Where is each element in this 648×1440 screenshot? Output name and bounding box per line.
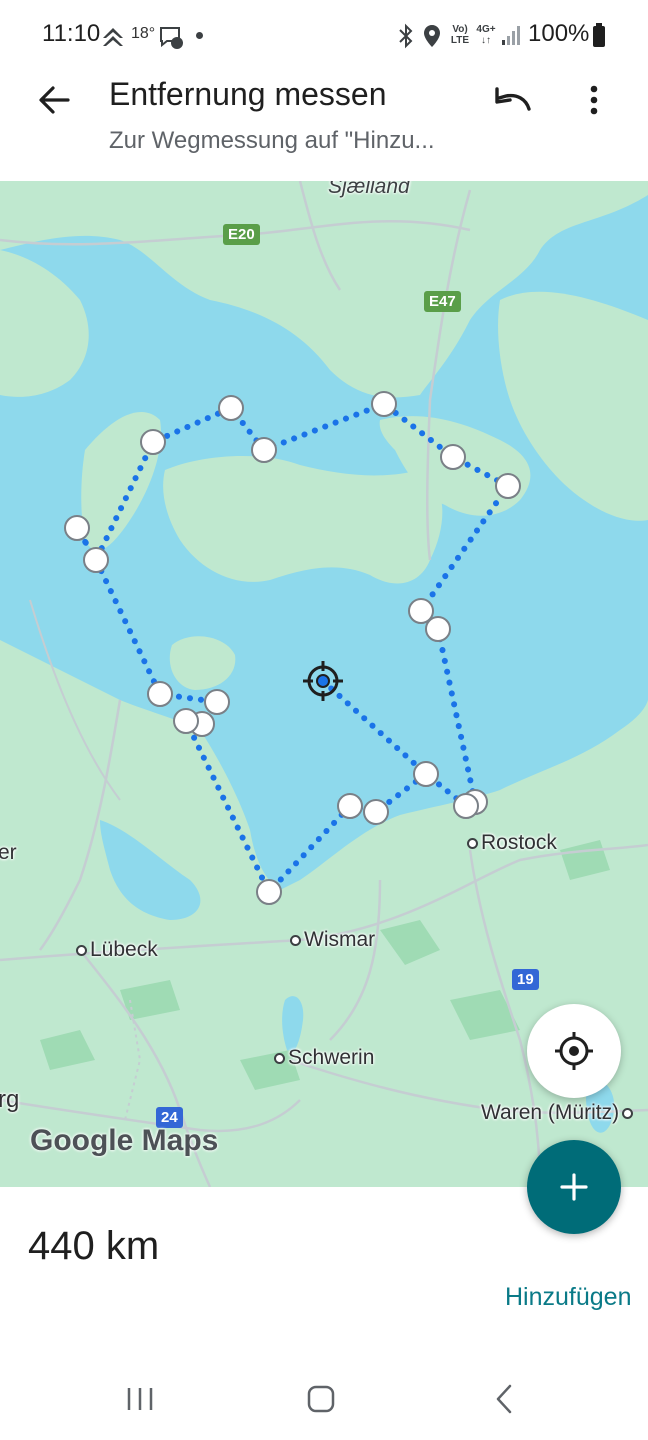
map-label-rostock: Rostock	[467, 831, 557, 855]
waypoint[interactable]	[256, 879, 282, 905]
4g-icon: 4G+ ↓↑	[476, 24, 496, 46]
waypoint[interactable]	[363, 799, 389, 825]
more-vertical-icon	[590, 85, 598, 115]
system-back-button[interactable]	[474, 1374, 534, 1424]
land-north-islands	[0, 250, 89, 397]
volte-icon: Vo) LTE	[450, 24, 470, 46]
home-button[interactable]	[291, 1374, 351, 1424]
waypoint[interactable]	[495, 473, 521, 499]
waypoint[interactable]	[440, 444, 466, 470]
map-label-schwerin: Schwerin	[274, 1046, 374, 1070]
back-icon	[496, 1384, 512, 1414]
arrow-left-icon	[39, 86, 70, 114]
crosshair-location-icon	[555, 1032, 593, 1070]
add-point-fab[interactable]	[527, 1140, 621, 1234]
add-point-button[interactable]: Hinzufügen	[505, 1283, 631, 1312]
waypoint[interactable]	[453, 793, 479, 819]
home-icon	[307, 1385, 335, 1413]
waypoint[interactable]	[140, 429, 166, 455]
road-shield-e47: E47	[424, 291, 461, 312]
location-icon	[424, 25, 440, 47]
battery-percent: 100%	[528, 20, 590, 47]
waypoint[interactable]	[173, 708, 199, 734]
recent-apps-icon	[127, 1388, 153, 1410]
land-fehmarn	[169, 636, 236, 690]
waypoint[interactable]	[83, 547, 109, 573]
waypoint[interactable]	[425, 616, 451, 642]
map-label-sjaelland: Sjælland	[328, 181, 410, 198]
map-label-edge-left-2: rg	[0, 1086, 20, 1113]
waypoint[interactable]	[204, 689, 230, 715]
land-lolland	[163, 455, 443, 584]
map-label-wismar: Wismar	[290, 928, 375, 952]
my-location-button[interactable]	[527, 1004, 621, 1098]
messages-facebook-icon	[160, 27, 183, 49]
road-shield-e20: E20	[223, 224, 260, 245]
battery-icon	[593, 23, 605, 47]
undo-icon	[495, 87, 531, 111]
dot-icon	[196, 32, 203, 39]
total-distance: 440 km	[28, 1224, 160, 1268]
page-subtitle: Zur Wegmessung auf "Hinzu...	[109, 127, 435, 154]
waypoint[interactable]	[251, 437, 277, 463]
waypoint[interactable]	[413, 761, 439, 787]
undo-button[interactable]	[490, 78, 536, 122]
bluetooth-icon	[399, 23, 413, 49]
waypoint[interactable]	[337, 793, 363, 819]
signal-icon	[502, 26, 520, 45]
waypoint[interactable]	[147, 681, 173, 707]
map-label-luebeck: Lübeck	[76, 938, 158, 962]
system-nav-bar	[0, 1360, 648, 1440]
recent-apps-button[interactable]	[110, 1374, 170, 1424]
waypoint[interactable]	[371, 391, 397, 417]
more-options-button[interactable]	[578, 78, 610, 122]
status-bar: 11:10 18° Vo) LTE 4G+ ↓↑ 100%	[0, 0, 648, 70]
map-label-waren: Waren (Müritz)	[481, 1101, 634, 1125]
google-maps-watermark: Google Maps	[30, 1124, 219, 1157]
waypoint[interactable]	[64, 515, 90, 541]
waypoint[interactable]	[218, 395, 244, 421]
status-time: 11:10	[42, 20, 101, 47]
road-shield-19: 19	[512, 969, 539, 990]
navigation-arrow-icon	[103, 28, 123, 46]
map-label-edge-left-1: er	[0, 841, 17, 864]
page-title: Entfernung messen	[109, 76, 387, 112]
back-button[interactable]	[30, 78, 78, 122]
plus-icon	[560, 1173, 588, 1201]
status-temperature: 18°	[131, 25, 156, 42]
